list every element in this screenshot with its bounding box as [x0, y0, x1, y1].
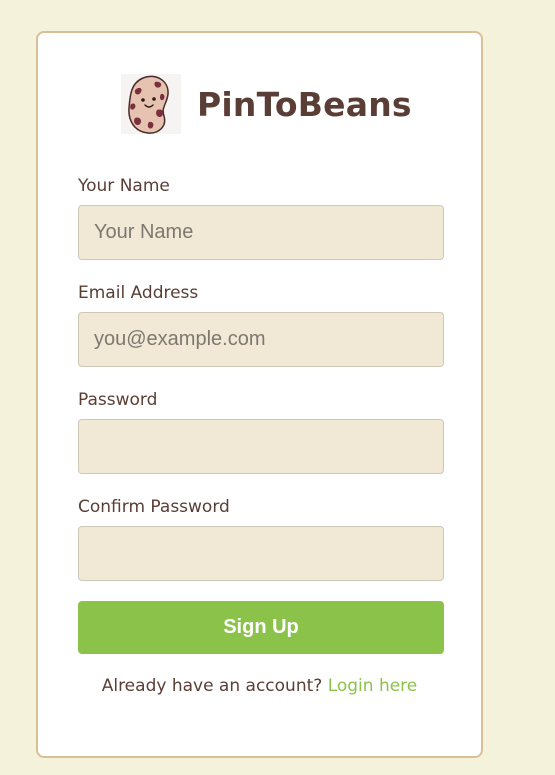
name-label: Your Name [78, 176, 170, 196]
login-prompt-text: Already have an account? [101, 676, 323, 696]
confirm-password-label: Confirm Password [78, 497, 230, 517]
login-link[interactable]: Login here [328, 676, 418, 696]
brand-header: PinToBeans [121, 73, 412, 135]
email-input[interactable] [78, 312, 444, 367]
password-label: Password [78, 390, 158, 410]
email-label: Email Address [78, 283, 199, 303]
signup-card: PinToBeans Your Name Email Address Passw… [36, 31, 483, 758]
brand-name: PinToBeans [197, 84, 412, 124]
login-prompt: Already have an account? Login here [38, 676, 481, 696]
confirm-password-input[interactable] [78, 526, 444, 581]
password-input[interactable] [78, 419, 444, 474]
name-input[interactable] [78, 205, 444, 260]
sign-up-button[interactable]: Sign Up [78, 601, 444, 654]
bean-mascot-icon [121, 74, 181, 134]
